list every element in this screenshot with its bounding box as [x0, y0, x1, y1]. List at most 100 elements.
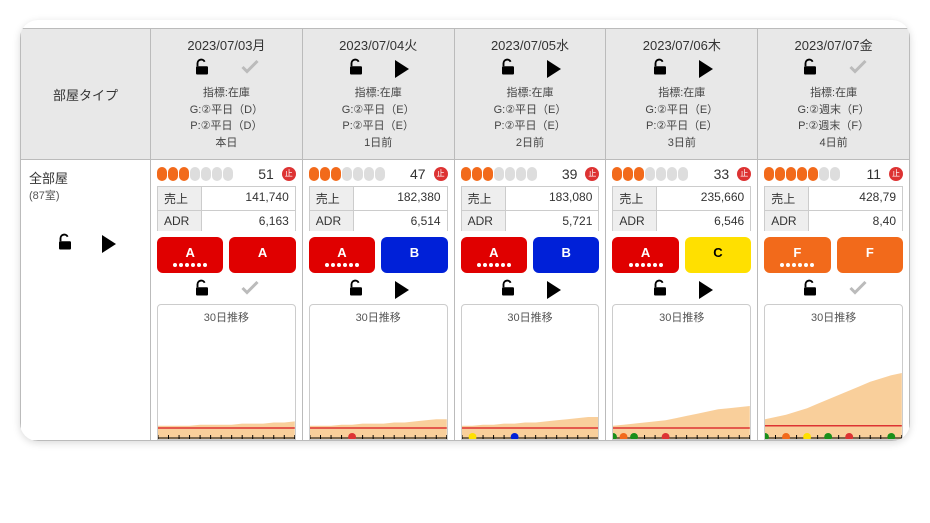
- unlock-icon[interactable]: [651, 58, 669, 79]
- inventory-number: 51: [258, 166, 276, 182]
- play-icon[interactable]: [547, 281, 561, 299]
- trend-label: 30日推移: [310, 305, 447, 329]
- check-icon[interactable]: [849, 281, 867, 298]
- occupancy-pill: [656, 167, 666, 181]
- trend-chart: 30日推移: [157, 304, 296, 440]
- occupancy-pill: [808, 167, 818, 181]
- trend-chart: 30日推移: [612, 304, 751, 440]
- stop-badge[interactable]: 止: [282, 167, 296, 181]
- occupancy-pill: [483, 167, 493, 181]
- sales-label: 売上: [613, 187, 657, 210]
- sales-label: 売上: [765, 187, 809, 210]
- grade-badge-1[interactable]: A: [157, 237, 223, 273]
- col-header-2: 2023/07/05水指標:在庫G:②平日（E）P:②平日（E）2日前: [454, 29, 606, 160]
- stop-badge[interactable]: 止: [434, 167, 448, 181]
- sales-value: 182,380: [354, 187, 447, 210]
- col-header-0: 2023/07/03月指標:在庫G:②平日（D）P:②平日（D）本日: [151, 29, 303, 160]
- grade-badge-2[interactable]: A: [229, 237, 295, 273]
- occupancy-pill: [516, 167, 526, 181]
- adr-value: 6,514: [354, 211, 447, 231]
- occupancy-pill: [212, 167, 222, 181]
- adr-row: ADR5,721: [461, 210, 600, 231]
- unlock-icon[interactable]: [651, 279, 669, 300]
- grade-badge-2[interactable]: C: [685, 237, 751, 273]
- occupancy-pill: [353, 167, 363, 181]
- inventory-number: 11: [866, 166, 883, 182]
- check-icon[interactable]: [849, 60, 867, 77]
- play-icon[interactable]: [699, 281, 713, 299]
- occupancy-pill: [623, 167, 633, 181]
- occupancy-pill: [364, 167, 374, 181]
- occupancy-pill: [527, 167, 537, 181]
- occupancy-pill: [375, 167, 385, 181]
- play-icon[interactable]: [699, 60, 713, 78]
- occupancy-pill: [201, 167, 211, 181]
- check-icon[interactable]: [241, 60, 259, 77]
- col-date: 2023/07/05水: [459, 35, 602, 54]
- dashboard-panel: 部屋タイプ 2023/07/03月指標:在庫G:②平日（D）P:②平日（D）本日…: [20, 20, 910, 441]
- occupancy-pill: [320, 167, 330, 181]
- trend-label: 30日推移: [613, 305, 750, 329]
- cell-0: 51止売上141,740ADR6,163AA30日推移: [151, 160, 303, 441]
- occupancy-pill: [645, 167, 655, 181]
- unlock-icon[interactable]: [499, 279, 517, 300]
- inventory-table: 部屋タイプ 2023/07/03月指標:在庫G:②平日（D）P:②平日（D）本日…: [20, 28, 910, 441]
- header-roomtype: 部屋タイプ: [21, 29, 151, 160]
- sales-value: 141,740: [202, 187, 295, 210]
- unlock-icon[interactable]: [347, 58, 365, 79]
- unlock-icon[interactable]: [193, 58, 211, 79]
- col-date: 2023/07/06木: [610, 35, 753, 54]
- grade-badge-1[interactable]: A: [612, 237, 678, 273]
- occupancy-pill: [797, 167, 807, 181]
- row-label: 全部屋 (87室): [21, 160, 151, 441]
- unlock-icon[interactable]: [801, 279, 819, 300]
- occupancy-pill: [342, 167, 352, 181]
- stop-badge[interactable]: 止: [585, 167, 599, 181]
- unlock-icon[interactable]: [193, 279, 211, 300]
- check-icon[interactable]: [241, 281, 259, 298]
- room-count: (87室): [29, 187, 142, 203]
- col-meta: 指標:在庫G:②平日（E）P:②平日（E）2日前: [459, 85, 602, 151]
- occupancy-pill: [190, 167, 200, 181]
- occupancy-pill: [634, 167, 644, 181]
- inventory-number: 39: [562, 166, 580, 182]
- occupancy-pill: [309, 167, 319, 181]
- header-roomtype-label: 部屋タイプ: [53, 88, 118, 103]
- stop-badge[interactable]: 止: [737, 167, 751, 181]
- play-icon[interactable]: [395, 60, 409, 78]
- trend-chart: 30日推移: [764, 304, 903, 440]
- sales-value: 235,660: [657, 187, 750, 210]
- stop-badge[interactable]: 止: [889, 167, 903, 181]
- unlock-icon[interactable]: [499, 58, 517, 79]
- unlock-icon[interactable]: [347, 279, 365, 300]
- play-icon[interactable]: [395, 281, 409, 299]
- adr-value: 8,40: [809, 211, 902, 231]
- col-meta: 指標:在庫G:②週末（F）P:②週末（F）4日前: [762, 85, 905, 151]
- room-name: 全部屋: [29, 168, 142, 187]
- occupancy-pill: [331, 167, 341, 181]
- sales-label: 売上: [158, 187, 202, 210]
- occupancy-pills: [764, 167, 840, 181]
- occupancy-pill: [179, 167, 189, 181]
- grade-badge-2[interactable]: B: [381, 237, 447, 273]
- occupancy-pill: [819, 167, 829, 181]
- play-icon[interactable]: [102, 235, 116, 253]
- adr-label: ADR: [613, 211, 657, 231]
- cell-2: 39 止売上183,080ADR5,721 AB 30日推移: [454, 160, 606, 441]
- sales-row: 売上183,080: [461, 186, 600, 210]
- trend-label: 30日推移: [462, 305, 599, 329]
- occupancy-pill: [612, 167, 622, 181]
- grade-badge-1[interactable]: F: [764, 237, 830, 273]
- grade-badge-1[interactable]: A: [461, 237, 527, 273]
- sales-row: 売上235,660: [612, 186, 751, 210]
- unlock-icon[interactable]: [801, 58, 819, 79]
- occupancy-pill: [157, 167, 167, 181]
- adr-value: 6,546: [657, 211, 750, 231]
- play-icon[interactable]: [547, 60, 561, 78]
- grade-badge-2[interactable]: B: [533, 237, 599, 273]
- sales-value: 428,79: [809, 187, 902, 210]
- unlock-icon[interactable]: [56, 233, 74, 254]
- grade-badge-1[interactable]: A: [309, 237, 375, 273]
- grade-badge-2[interactable]: F: [837, 237, 903, 273]
- occupancy-pills: [157, 167, 233, 181]
